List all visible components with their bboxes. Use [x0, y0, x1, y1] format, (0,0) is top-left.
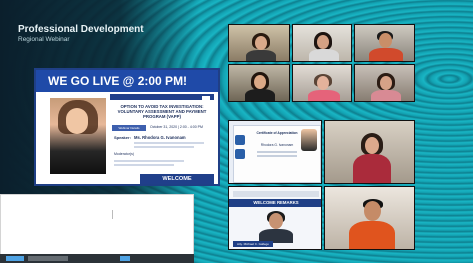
participant-video[interactable] [354, 24, 415, 62]
slide-topic: OPTION TO AVOID TAX INVESTIGATION: VOLUN… [117, 104, 207, 120]
speaker-thumbnail [301, 129, 317, 151]
certificate-line [257, 155, 297, 157]
moderator-detail-line [114, 160, 184, 162]
participant-video[interactable] [292, 24, 352, 62]
certificate-title: Certificate of Appreciation [256, 131, 298, 135]
participant-face [364, 201, 381, 221]
slide-headline: WE GO LIVE @ 2:00 PM! [36, 70, 218, 92]
participant-body [245, 89, 275, 101]
participant-body [371, 90, 401, 101]
participant-body [309, 49, 339, 61]
welcome-remarks-name: Atty. Michael C. Gallego [233, 241, 273, 247]
participant-body [246, 50, 276, 61]
welcome-remarks-title: WELCOME REMARKS [229, 199, 321, 207]
moderator-label: Moderator(s) [114, 152, 135, 156]
participant-face [255, 36, 267, 50]
participant-body [353, 154, 391, 183]
participant-video[interactable] [354, 64, 415, 102]
speaker-label: Speaker: [114, 135, 131, 140]
foreground-window[interactable] [0, 194, 194, 263]
participant-video[interactable] [324, 120, 415, 184]
participant-face [254, 75, 266, 89]
participant-video[interactable] [324, 186, 415, 250]
webinar-title-block: Professional Development Regional Webina… [18, 24, 144, 43]
participant-face [380, 76, 392, 90]
certificate-seal-icon [235, 135, 245, 145]
webinar-title: Professional Development [18, 24, 144, 35]
slide-top-bar [110, 94, 214, 100]
taskbar-app-icon[interactable] [28, 256, 68, 261]
speaker-photo-face [66, 108, 88, 134]
certificate-share-tile[interactable]: Certificate of Appreciation Rhodora G. I… [228, 120, 322, 184]
participant-body [369, 48, 403, 61]
text-cursor [112, 210, 113, 219]
taskbar-app-icon[interactable] [6, 256, 24, 261]
speaker-name: Ms. Rhodora G. Ivanonam [134, 135, 186, 140]
participant-video[interactable] [228, 64, 290, 102]
participant-face [317, 76, 329, 90]
slide-logo [202, 96, 210, 100]
participant-video[interactable] [228, 24, 290, 62]
participant-face [317, 35, 329, 49]
participant-video[interactable] [292, 64, 352, 102]
participant-body [349, 221, 395, 249]
certificate-name: Rhodora G. Ivanonam [260, 143, 294, 147]
welcome-banner: WELCOME [140, 174, 214, 184]
session-label: Webinar Details [112, 125, 146, 131]
speaker-detail-line [134, 146, 194, 148]
agency-header-strip [233, 191, 319, 197]
speaker-face [269, 213, 283, 229]
shared-slide: WE GO LIVE @ 2:00 PM! OPTION TO AVOID TA… [34, 68, 220, 186]
certificate-line [257, 151, 297, 153]
webinar-subtitle: Regional Webinar [18, 36, 70, 43]
taskbar-app-icon[interactable] [120, 256, 130, 261]
certificate-seal-icon [235, 149, 245, 159]
participant-face [365, 137, 379, 154]
moderator-detail-line [114, 164, 174, 166]
welcome-remarks-tile[interactable]: WELCOME REMARKS Atty. Michael C. Gallego [228, 186, 322, 250]
participant-grid: Certificate of Appreciation Rhodora G. I… [228, 24, 443, 252]
speaker-detail-line [134, 142, 204, 144]
participant-body [308, 90, 340, 101]
session-date: October 31, 2020 | 2:00 - 4:00 PM [150, 125, 203, 129]
participant-face [379, 33, 392, 48]
